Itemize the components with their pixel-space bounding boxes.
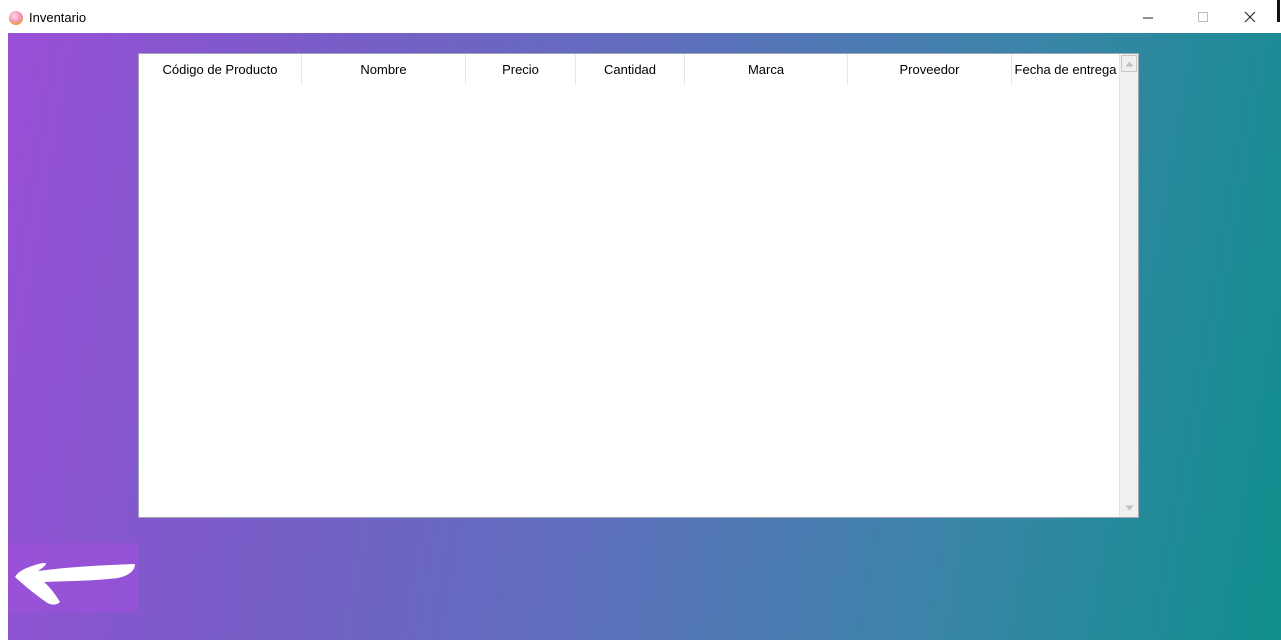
minimize-icon [1143, 17, 1153, 18]
close-icon [1244, 11, 1256, 22]
back-button[interactable] [8, 543, 138, 613]
column-header-marca[interactable]: Marca [685, 54, 848, 84]
scroll-up-button[interactable] [1121, 55, 1137, 72]
minimize-button[interactable] [1125, 0, 1171, 33]
column-header-cantidad[interactable]: Cantidad [576, 54, 685, 84]
table-header: Código de Producto Nombre Precio Cantida… [139, 54, 1119, 84]
scroll-down-icon [1125, 505, 1133, 510]
scroll-up-icon [1125, 61, 1133, 66]
column-header-fecha[interactable]: Fecha de entrega [1012, 54, 1119, 84]
window-title: Inventario [29, 10, 87, 25]
maximize-icon [1198, 11, 1208, 22]
close-button[interactable] [1227, 0, 1273, 33]
app-donut-icon [9, 11, 23, 25]
window-edge [1277, 0, 1280, 22]
column-header-precio[interactable]: Precio [466, 54, 576, 84]
column-header-nombre[interactable]: Nombre [302, 54, 466, 84]
maximize-button[interactable] [1180, 0, 1226, 33]
title-bar[interactable]: Inventario [0, 0, 1281, 33]
vertical-scrollbar[interactable] [1119, 54, 1138, 517]
inventory-window: Inventario Código de Producto Nombre Pre… [0, 0, 1281, 640]
back-arrow-icon [15, 563, 135, 605]
scroll-down-button[interactable] [1121, 499, 1137, 516]
inventory-table[interactable]: Código de Producto Nombre Precio Cantida… [138, 53, 1139, 518]
column-header-codigo[interactable]: Código de Producto [139, 54, 302, 84]
column-header-proveedor[interactable]: Proveedor [848, 54, 1012, 84]
table-body[interactable] [139, 84, 1119, 517]
